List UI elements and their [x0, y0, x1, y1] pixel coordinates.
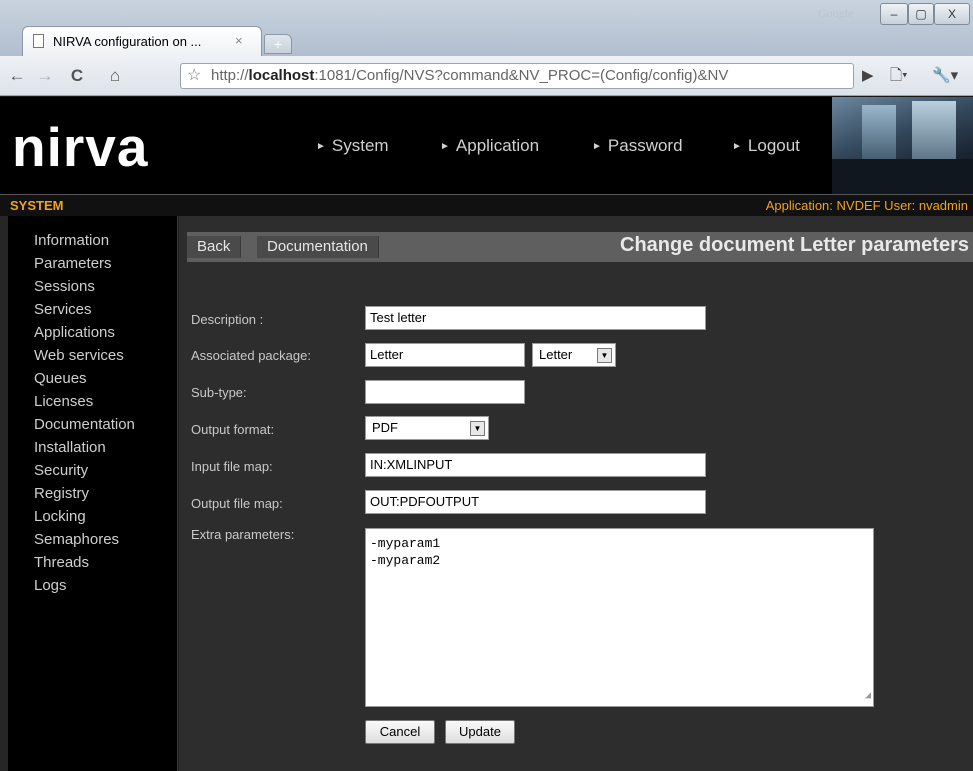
- sidebar-item-parameters[interactable]: Parameters: [8, 253, 135, 276]
- subtype-field[interactable]: [365, 380, 525, 404]
- package-label: Associated package:: [191, 348, 311, 363]
- update-button[interactable]: Update: [445, 720, 515, 744]
- subtype-label: Sub-type:: [191, 385, 247, 400]
- chevron-down-icon: ▼: [470, 421, 485, 436]
- output-map-field[interactable]: OUT:PDFOUTPUT: [365, 490, 706, 514]
- form-title: Change document Letter parameters: [620, 234, 969, 256]
- documentation-button[interactable]: Documentation: [257, 236, 379, 258]
- nav-application[interactable]: ► Application: [440, 136, 539, 156]
- back-arrow-icon[interactable]: ←: [6, 65, 28, 87]
- minimize-button[interactable]: –: [880, 3, 908, 25]
- nav-system[interactable]: ► System: [316, 136, 389, 156]
- tab-title: NIRVA configuration on ...: [53, 34, 202, 49]
- tab-close-icon[interactable]: ×: [235, 33, 243, 48]
- form-toolbar: Back Documentation Change document Lette…: [187, 232, 973, 262]
- wrench-menu-icon[interactable]: 🔧▾: [932, 65, 958, 87]
- sidebar-item-applications[interactable]: Applications: [8, 322, 135, 345]
- sidebar-item-logs[interactable]: Logs: [8, 575, 135, 598]
- app-header: nirva ► System ► Application ► Password ► Lo…: [0, 97, 973, 194]
- triangle-icon: ►: [440, 141, 450, 152]
- output-format-select[interactable]: PDF ▼: [365, 416, 489, 440]
- app-user-info: Application: NVDEF User: nvadmin: [765, 198, 968, 213]
- new-tab-button[interactable]: +: [264, 34, 292, 54]
- left-edge: [0, 216, 8, 771]
- output-map-label: Output file map:: [191, 496, 283, 511]
- url-host: localhost: [248, 67, 315, 84]
- chevron-down-icon: ▼: [597, 348, 612, 363]
- nav-logout[interactable]: ► Logout: [732, 136, 800, 156]
- star-icon[interactable]: ☆: [187, 64, 201, 88]
- play-icon[interactable]: ▶: [862, 65, 874, 87]
- back-button[interactable]: Back: [187, 236, 242, 258]
- browser-toolbar: ← → C ⌂ ☆ http://localhost:1081/Config/N…: [0, 56, 973, 96]
- sidebar-item-threads[interactable]: Threads: [8, 552, 135, 575]
- browser-tab[interactable]: NIRVA configuration on ... ×: [22, 26, 262, 56]
- section-bar: SYSTEM Application: NVDEF User: nvadmin: [0, 194, 973, 216]
- section-title: SYSTEM: [10, 198, 64, 213]
- url-rest: :1081/Config/NVS?command&NV_PROC=(Config…: [314, 67, 729, 84]
- package-select[interactable]: Letter ▼: [532, 343, 616, 367]
- maximize-button[interactable]: ▢: [908, 3, 934, 25]
- input-map-label: Input file map:: [191, 459, 273, 474]
- output-format-value: PDF: [372, 420, 398, 435]
- forward-arrow-icon[interactable]: →: [34, 65, 56, 87]
- sidebar: Information Parameters Sessions Services…: [8, 216, 178, 771]
- page-icon: [33, 34, 44, 48]
- resize-grip-icon[interactable]: ◢: [865, 688, 871, 705]
- description-field[interactable]: Test letter: [365, 306, 706, 330]
- reload-icon[interactable]: C: [66, 65, 88, 87]
- triangle-icon: ►: [732, 141, 742, 152]
- sidebar-item-sessions[interactable]: Sessions: [8, 276, 135, 299]
- extra-param-line: -myparam1: [370, 536, 441, 551]
- sidebar-item-documentation[interactable]: Documentation: [8, 414, 135, 437]
- main-panel: Back Documentation Change document Lette…: [179, 216, 973, 771]
- package-select-value: Letter: [539, 347, 573, 362]
- sidebar-item-semaphores[interactable]: Semaphores: [8, 529, 135, 552]
- input-map-field[interactable]: IN:XMLINPUT: [365, 453, 706, 477]
- sidebar-item-installation[interactable]: Installation: [8, 437, 135, 460]
- header-photo: [832, 97, 973, 194]
- sidebar-item-locking[interactable]: Locking: [8, 506, 135, 529]
- cancel-button[interactable]: Cancel: [365, 720, 435, 744]
- sidebar-item-registry[interactable]: Registry: [8, 483, 135, 506]
- triangle-icon: ►: [592, 141, 602, 152]
- sidebar-item-information[interactable]: Information: [8, 230, 135, 253]
- sidebar-item-queues[interactable]: Queues: [8, 368, 135, 391]
- package-field[interactable]: Letter: [365, 343, 525, 367]
- extra-params-textarea[interactable]: -myparam1 -myparam2 ◢: [365, 528, 874, 707]
- sidebar-item-web-services[interactable]: Web services: [8, 345, 135, 368]
- sidebar-item-licenses[interactable]: Licenses: [8, 391, 135, 414]
- extra-params-label: Extra parameters:: [191, 527, 295, 542]
- close-window-button[interactable]: X: [934, 3, 970, 25]
- output-format-label: Output format:: [191, 422, 275, 437]
- nirva-logo: nirva: [12, 116, 149, 178]
- browser-titlebar: NIRVA configuration on ... × + Google – …: [0, 0, 973, 62]
- page-menu-icon[interactable]: 🗋▾: [890, 65, 908, 87]
- extra-param-line: -myparam2: [370, 553, 441, 568]
- nav-password[interactable]: ► Password: [592, 136, 683, 156]
- triangle-icon: ►: [316, 141, 326, 152]
- description-label: Description :: [191, 312, 264, 327]
- google-label: Google: [818, 6, 854, 20]
- sidebar-item-services[interactable]: Services: [8, 299, 135, 322]
- url-prefix: http://: [211, 67, 249, 84]
- address-bar[interactable]: ☆ http://localhost:1081/Config/NVS?comma…: [180, 63, 854, 89]
- home-icon[interactable]: ⌂: [104, 65, 126, 87]
- sidebar-item-security[interactable]: Security: [8, 460, 135, 483]
